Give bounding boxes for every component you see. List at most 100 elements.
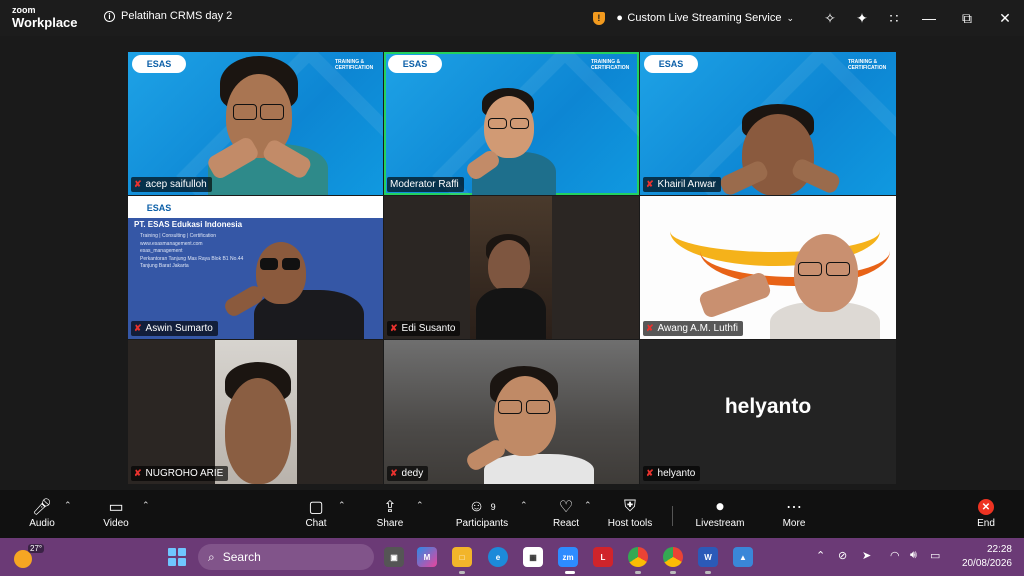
chat-options-caret[interactable]: ⌃ xyxy=(338,500,346,511)
broadcast-icon: ⦁ xyxy=(715,498,724,515)
system-clock[interactable]: 22:28 20/08/2026 xyxy=(962,543,1012,571)
app-running-indicator xyxy=(635,571,641,574)
participant-video xyxy=(198,56,328,195)
video-options-caret[interactable]: ⌃ xyxy=(142,500,150,511)
share-options-caret[interactable]: ⌃ xyxy=(416,500,424,511)
video-button[interactable]: ▭ Video xyxy=(96,496,136,529)
slide-website: www.esasmanagement.com xyxy=(140,240,203,247)
apps-grid-icon[interactable]: ∷ xyxy=(878,0,910,36)
participant-video xyxy=(222,240,364,339)
magic-wand-icon[interactable]: ✧ xyxy=(814,0,846,36)
participants-count: 9 xyxy=(490,502,496,512)
title-right-tools: ! ⦁ Custom Live Streaming Service ⌄ ✧ ✦ … xyxy=(592,0,1024,36)
zoom-app-icon[interactable]: zm xyxy=(558,547,578,567)
shield-icon: ⛨ xyxy=(623,498,636,515)
weather-widget[interactable]: 27° xyxy=(14,544,45,570)
participant-name: Aswin Sumarto xyxy=(145,323,213,334)
audio-options-caret[interactable]: ⌃ xyxy=(64,500,72,511)
security-shield-icon[interactable]: ! xyxy=(592,11,605,25)
zoom-logo: zoom Workplace xyxy=(12,6,78,30)
search-icon: ⌕ xyxy=(208,549,215,564)
video-tile-nugroho[interactable]: ✘ NUGROHO ARIE xyxy=(128,340,383,484)
livestream-button[interactable]: ⦁ Livestream xyxy=(692,496,748,529)
mic-muted-icon: ✘ xyxy=(390,323,398,333)
title-bar: zoom Workplace i Pelatihan CRMS day 2 ! … xyxy=(0,0,1024,36)
video-tile-dedy[interactable]: ✘ dedy xyxy=(384,340,639,484)
participant-display-name: helyanto xyxy=(724,395,812,418)
video-tile-aswin[interactable]: ESAS PT. ESAS Edukasi Indonesia Training… xyxy=(128,196,383,339)
location-icon[interactable]: ➤ xyxy=(862,549,871,562)
participant-name: acep saifulloh xyxy=(145,179,207,190)
react-options-caret[interactable]: ⌃ xyxy=(584,500,592,511)
chevron-down-icon: ⌄ xyxy=(786,12,794,23)
mic-muted-icon: ✘ xyxy=(646,468,654,478)
ai-sparkle-icon[interactable]: ✦ xyxy=(846,0,878,36)
host-tools-label: Host tools xyxy=(607,518,653,529)
mic-muted-icon: ✘ xyxy=(134,179,142,189)
participant-name: Edi Susanto xyxy=(401,323,456,334)
volume-icon[interactable]: 🔊︎ xyxy=(910,549,917,562)
participant-name: Awang A.M. Luthfi xyxy=(657,323,738,334)
slide-tagline: Training | Consulting | Certification xyxy=(140,233,217,239)
video-tile-acep[interactable]: ESAS TRAINING & CERTIFICATION ✘ acep sai… xyxy=(128,52,383,195)
slide-company: PT. ESAS Edukasi Indonesia xyxy=(134,220,243,229)
video-tile-awang[interactable]: ✘ Awang A.M. Luthfi xyxy=(640,196,896,339)
tray-chevron-up-icon[interactable]: ⌃ xyxy=(816,549,825,562)
chat-bubble-icon: ▢ xyxy=(308,499,324,516)
info-icon[interactable]: i xyxy=(104,10,115,22)
video-tile-helyanto[interactable]: helyanto ✘ helyanto xyxy=(640,340,896,484)
video-tile-edi[interactable]: ✘ Edi Susanto xyxy=(384,196,639,339)
video-tile-khairil[interactable]: ESAS TRAINING & CERTIFICATION ✘ Khairil … xyxy=(640,52,896,195)
store-icon[interactable]: ▦ xyxy=(523,547,543,567)
end-label: End xyxy=(977,518,995,529)
chat-label: Chat xyxy=(305,518,327,529)
app-l-icon[interactable]: L xyxy=(593,547,613,567)
close-button[interactable]: ✕ xyxy=(986,0,1024,36)
network-off-icon[interactable]: ⊘ xyxy=(838,549,847,562)
mic-muted-icon: ✘ xyxy=(390,468,398,478)
chrome-icon[interactable] xyxy=(628,547,648,567)
task-view-icon[interactable]: ▣ xyxy=(384,547,404,567)
participant-name: Moderator Raffi xyxy=(390,179,459,190)
minimize-button[interactable]: — xyxy=(910,0,948,36)
m365-icon[interactable]: M xyxy=(417,547,437,567)
esas-logo: ESAS xyxy=(132,55,186,73)
share-button[interactable]: ⇪ Share xyxy=(370,496,410,529)
wifi-icon[interactable]: ◠ xyxy=(890,549,900,562)
audio-button[interactable]: 🎤︎ Audio xyxy=(22,496,62,529)
edge-icon[interactable]: e xyxy=(488,547,508,567)
chrome-profile-icon[interactable] xyxy=(663,547,683,567)
more-button[interactable]: ⋯ More xyxy=(774,496,814,529)
app-active-indicator xyxy=(565,571,575,574)
slide-social: esas_management xyxy=(140,248,183,254)
more-label: More xyxy=(782,518,806,529)
start-button-icon[interactable] xyxy=(168,548,186,566)
file-explorer-icon[interactable]: □ xyxy=(452,547,472,567)
meeting-info[interactable]: i Pelatihan CRMS day 2 xyxy=(104,10,232,22)
tc-tag: TRAINING & CERTIFICATION xyxy=(591,59,630,71)
end-button[interactable]: ✕ End xyxy=(968,496,1004,529)
tc-tag: TRAINING & CERTIFICATION xyxy=(848,59,887,71)
participant-name-tag: ✘ NUGROHO ARIE xyxy=(131,466,229,481)
taskbar-search[interactable]: ⌕ Search xyxy=(198,544,374,570)
participants-icon: ☺ 9 xyxy=(468,498,496,515)
live-service-label: Custom Live Streaming Service xyxy=(627,12,782,24)
temperature: 27° xyxy=(28,544,45,553)
chat-button[interactable]: ▢ Chat xyxy=(296,496,336,529)
mic-muted-icon: ✘ xyxy=(646,323,654,333)
participant-video xyxy=(718,104,842,195)
video-tile-moderator[interactable]: ESAS TRAINING & CERTIFICATION Moderator … xyxy=(384,52,639,195)
react-button[interactable]: ♡ React xyxy=(546,496,586,529)
participants-options-caret[interactable]: ⌃ xyxy=(520,500,528,511)
word-icon[interactable]: W xyxy=(698,547,718,567)
host-tools-button[interactable]: ⛨ Host tools xyxy=(604,496,656,529)
battery-icon[interactable]: ▭ xyxy=(930,549,940,562)
participant-name-tag: ✘ Edi Susanto xyxy=(387,321,461,336)
live-streaming-indicator[interactable]: ⦁ Custom Live Streaming Service ⌄ xyxy=(617,12,794,25)
photos-icon[interactable]: ▲ xyxy=(733,547,753,567)
slide-details: Training | Consulting | Certification ww… xyxy=(140,233,250,271)
participants-button[interactable]: ☺ 9 Participants xyxy=(452,496,512,529)
restore-button[interactable]: ⧉ xyxy=(948,0,986,36)
video-camera-icon: ▭ xyxy=(108,499,124,516)
participant-video xyxy=(462,88,562,195)
